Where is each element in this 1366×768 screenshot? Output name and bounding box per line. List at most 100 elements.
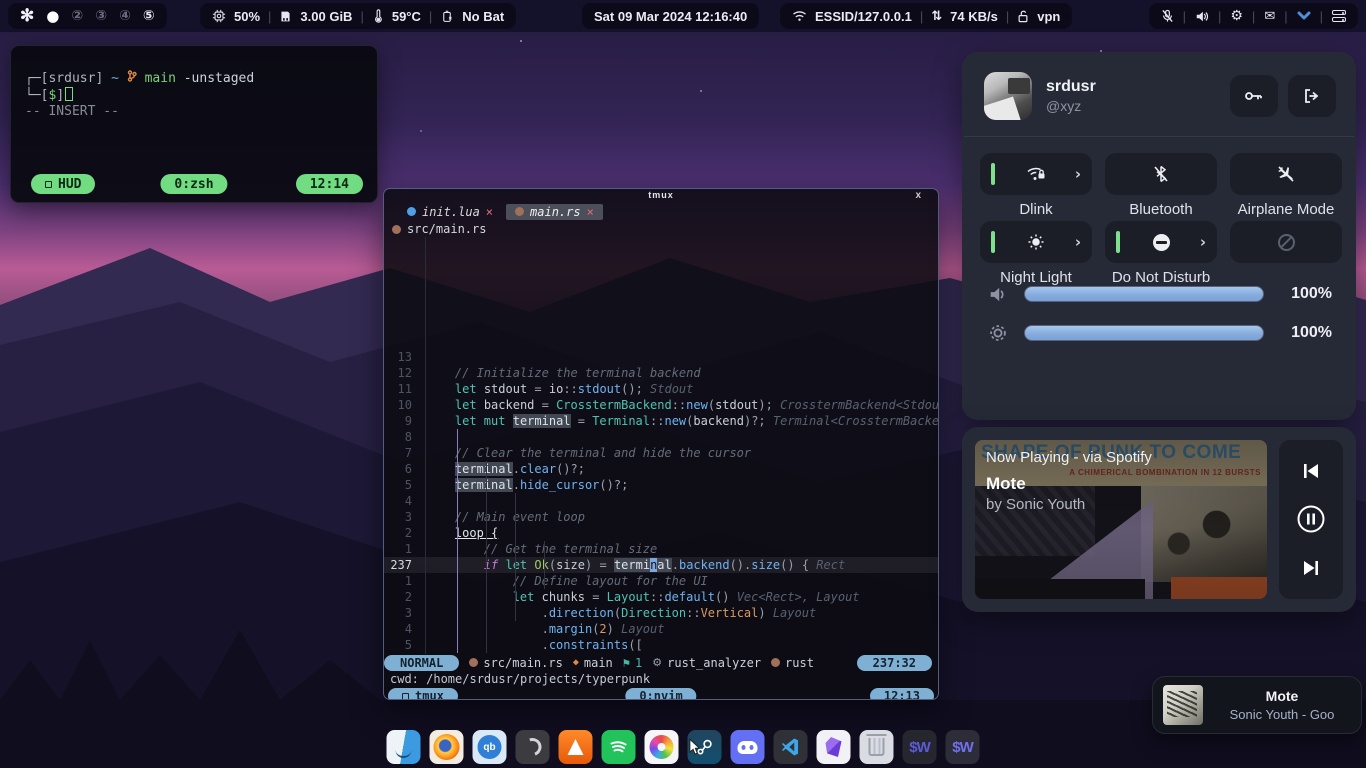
- terminal-output[interactable]: ┌─[srdusr] ~ main -unstaged └─[$] -- INS…: [11, 46, 377, 120]
- chevron-down-icon[interactable]: [1297, 11, 1311, 21]
- toggle-bluetooth[interactable]: [1105, 153, 1217, 195]
- memory-icon: [279, 10, 292, 23]
- dock-vlc[interactable]: [559, 730, 593, 764]
- chevron-right-icon[interactable]: ›: [1200, 233, 1206, 251]
- code-line[interactable]: 3 // Main event loop: [384, 509, 938, 525]
- gear-icon[interactable]: ⚙: [1230, 8, 1243, 24]
- terminal-window[interactable]: ┌─[srdusr] ~ main -unstaged └─[$] -- INS…: [10, 45, 378, 203]
- tab-close-icon[interactable]: ×: [587, 205, 594, 219]
- cpu-usage: 50%: [234, 9, 260, 24]
- dock-trash[interactable]: [860, 730, 894, 764]
- editor-window[interactable]: tmux x init.lua × main.rs × src/main.rs: [383, 188, 939, 700]
- pause-icon[interactable]: [1296, 504, 1326, 534]
- brightness-icon: [988, 323, 1008, 343]
- code-line[interactable]: 2 loop {: [384, 525, 938, 541]
- brightness-slider[interactable]: [1024, 325, 1264, 341]
- album-art[interactable]: SHAPE OF PUNK TO COMEA CHIMERICAL BOMBIN…: [975, 440, 1267, 599]
- code-line[interactable]: 5 .constraints([: [384, 637, 938, 653]
- spotify-icon: [609, 739, 629, 755]
- tab-init-lua[interactable]: init.lua ×: [398, 204, 502, 220]
- dock-file-manager[interactable]: [387, 730, 421, 764]
- hud-pill[interactable]: HUD: [31, 174, 95, 194]
- deck-icon[interactable]: [1332, 10, 1346, 22]
- window-title: tmux: [648, 190, 674, 200]
- code-line[interactable]: 7 // Clear the terminal and hide the cur…: [384, 445, 938, 461]
- code-line[interactable]: 1 // Define layout for the UI: [384, 573, 938, 589]
- toggle-night-light[interactable]: ›: [980, 221, 1092, 263]
- code-line[interactable]: 9 let mut terminal = Terminal::new(backe…: [384, 413, 938, 429]
- mode-pill: NORMAL: [384, 655, 459, 671]
- toggle-disabled[interactable]: [1230, 221, 1342, 263]
- nvim-statusline: NORMAL src/main.rs ◆main ⚑1 ⚙rust_analyz…: [384, 654, 938, 671]
- dock-swirl-app[interactable]: [516, 730, 550, 764]
- toggle-airplane-mode[interactable]: [1230, 153, 1342, 195]
- dock-vscode[interactable]: [774, 730, 808, 764]
- dock-firefox[interactable]: [430, 730, 464, 764]
- code-line[interactable]: 6 Constraint::Min(3),: [384, 653, 938, 654]
- code-line[interactable]: 10 let backend = CrosstermBackend::new(s…: [384, 397, 938, 413]
- dock-qbittorrent[interactable]: qb: [473, 730, 507, 764]
- code-line[interactable]: 4 .margin(2) Layout: [384, 621, 938, 637]
- toggle-label: Dlink: [970, 201, 1102, 218]
- battery-icon: [440, 10, 454, 23]
- desktop: ✻ ● ② ③ ④ ⑤ 50% | 3.00 GiB | 59°C |: [0, 0, 1366, 768]
- discord-icon: [738, 741, 758, 754]
- volume-slider[interactable]: [1024, 286, 1264, 302]
- gear-icon: ⚙: [652, 656, 662, 669]
- code-line[interactable]: 4: [384, 493, 938, 509]
- statusline-branch: ◆main: [573, 656, 613, 670]
- toggle-do-not-disturb[interactable]: ›: [1105, 221, 1217, 263]
- media-notification[interactable]: Mote Sonic Youth - Goo: [1152, 676, 1362, 734]
- code-line[interactable]: 237 if let Ok(size) = terminal.backend()…: [384, 557, 938, 573]
- dock-sw-app-1[interactable]: $W: [903, 730, 937, 764]
- tab-close-icon[interactable]: ×: [486, 205, 493, 219]
- dock-sw-app-2[interactable]: $W: [946, 730, 980, 764]
- workspace-1[interactable]: ●: [46, 7, 59, 25]
- photos-flower-icon: [650, 735, 674, 759]
- chevron-right-icon[interactable]: ›: [1075, 165, 1081, 183]
- zsh-window-pill[interactable]: 0:zsh: [160, 174, 227, 194]
- code-line[interactable]: 12 // Initialize the terminal backend: [384, 365, 938, 381]
- code-line[interactable]: 2 let chunks = Layout::default() Vec<Rec…: [384, 589, 938, 605]
- cursor-position-pill: 237:32: [857, 655, 932, 671]
- rust-file-icon: [392, 225, 401, 234]
- speaker-icon[interactable]: [1195, 10, 1209, 23]
- window-icon: [45, 181, 52, 188]
- code-line[interactable]: 8: [384, 429, 938, 445]
- code-line[interactable]: 6 terminal.clear()?;: [384, 461, 938, 477]
- code-lines[interactable]: 1312 // Initialize the terminal backend1…: [384, 349, 938, 654]
- next-track-icon[interactable]: [1301, 559, 1321, 577]
- code-editor[interactable]: 1312 // Initialize the terminal backend1…: [384, 237, 938, 654]
- dock-obsidian[interactable]: [817, 730, 851, 764]
- previous-track-icon[interactable]: [1301, 462, 1321, 480]
- code-line[interactable]: 5 terminal.hide_cursor()?;: [384, 477, 938, 493]
- wifi-icon: [792, 10, 807, 22]
- tab-main-rs[interactable]: main.rs ×: [506, 204, 603, 220]
- clock-module[interactable]: Sat 09 Mar 2024 12:16:40: [582, 3, 759, 29]
- code-line[interactable]: 3 .direction(Direction::Vertical) Layout: [384, 605, 938, 621]
- git-branch-icon: [127, 70, 137, 82]
- lock-keys-button[interactable]: [1230, 75, 1278, 117]
- workspace-4[interactable]: ④: [119, 8, 131, 24]
- dock-photos[interactable]: [645, 730, 679, 764]
- tmux-clock-pill: 12:13: [870, 688, 934, 700]
- code-line[interactable]: 13: [384, 349, 938, 365]
- code-line[interactable]: 1 // Get the terminal size: [384, 541, 938, 557]
- mail-icon[interactable]: ✉: [1264, 9, 1275, 24]
- workspace-3[interactable]: ③: [95, 8, 107, 24]
- mic-muted-icon[interactable]: [1161, 9, 1174, 23]
- tmux-window-pill[interactable]: 0:nvim: [625, 688, 696, 700]
- workspace-5[interactable]: ⑤: [143, 8, 155, 24]
- dock-discord[interactable]: [731, 730, 765, 764]
- close-icon[interactable]: x: [915, 189, 922, 202]
- tmux-session-pill[interactable]: tmux: [388, 688, 458, 700]
- dock-spotify[interactable]: [602, 730, 636, 764]
- distro-logo-icon: ✻: [20, 6, 34, 26]
- indent-guide: [544, 541, 545, 589]
- workspace-2[interactable]: ②: [71, 8, 83, 24]
- logout-button[interactable]: [1288, 75, 1336, 117]
- rust-lang-icon: [771, 658, 780, 667]
- code-line[interactable]: 11 let stdout = io::stdout(); Stdout: [384, 381, 938, 397]
- toggle-dlink[interactable]: ›: [980, 153, 1092, 195]
- chevron-right-icon[interactable]: ›: [1075, 233, 1081, 251]
